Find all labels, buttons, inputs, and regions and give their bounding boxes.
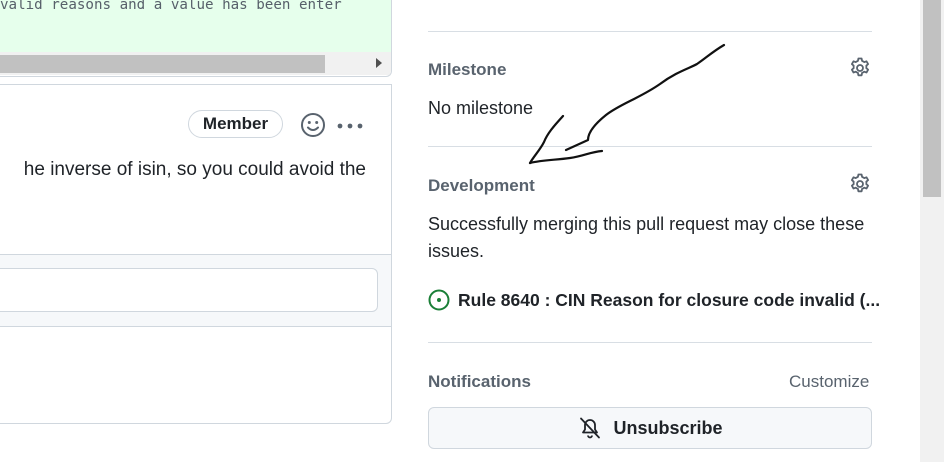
gear-icon[interactable] xyxy=(848,172,872,196)
section-divider xyxy=(428,342,872,343)
timeline-panel: valid reasons and a value has been enter… xyxy=(0,0,392,462)
milestone-heading[interactable]: Milestone xyxy=(428,60,506,80)
unsubscribe-button[interactable]: Unsubscribe xyxy=(428,407,872,449)
smiley-icon[interactable] xyxy=(300,112,326,138)
unsubscribe-label: Unsubscribe xyxy=(613,417,723,438)
code-diff: valid reasons and a value has been enter xyxy=(0,0,392,77)
member-badge: Member xyxy=(188,110,283,138)
development-heading[interactable]: Development xyxy=(428,176,535,196)
diff-added-line: valid reasons and a value has been enter xyxy=(0,0,391,52)
gear-icon[interactable] xyxy=(848,56,872,80)
notifications-heading: Notifications xyxy=(428,372,531,391)
pr-sidebar: Milestone No milestone Development Succe… xyxy=(428,0,880,462)
reply-input[interactable] xyxy=(0,268,378,312)
scroll-right-arrow-icon[interactable] xyxy=(376,58,382,68)
linked-issue-title[interactable]: Rule 8640 : CIN Reason for closure code … xyxy=(458,290,880,311)
section-divider xyxy=(428,31,872,32)
issue-opened-icon xyxy=(428,289,450,311)
page-vertical-scrollbar[interactable] xyxy=(920,0,944,462)
development-description: Successfully merging this pull request m… xyxy=(428,214,865,261)
scrollbar-thumb[interactable] xyxy=(0,55,325,73)
bell-slash-icon xyxy=(580,417,601,439)
scrollbar-thumb[interactable] xyxy=(923,0,941,197)
diff-line-text: valid reasons and a value has been enter xyxy=(0,0,342,13)
milestone-value: No milestone xyxy=(428,98,534,118)
section-divider xyxy=(428,146,872,147)
comment-text: he inverse of isin, so you could avoid t… xyxy=(23,159,366,180)
kebab-horizontal-icon[interactable] xyxy=(336,114,364,138)
customize-link[interactable]: Customize xyxy=(789,372,869,392)
diff-horizontal-scrollbar[interactable] xyxy=(0,52,391,75)
linked-issue[interactable]: Rule 8640 : CIN Reason for closure code … xyxy=(428,287,880,313)
reply-area xyxy=(0,254,391,327)
